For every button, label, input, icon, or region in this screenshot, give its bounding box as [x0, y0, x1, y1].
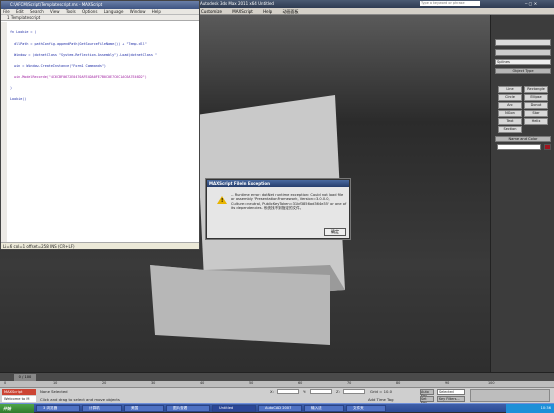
code-line: Lookie(): [10, 96, 27, 101]
create-icons-row[interactable]: [495, 49, 551, 56]
prompt-text: Click and drag to select and move object…: [40, 397, 120, 402]
status-bar: MAXScript Welcome to M None Selected Cli…: [0, 387, 554, 405]
taskbar: 开始 3 浏览器 计算机 美国 图片查看 Untitled AutoCAD 20…: [0, 403, 554, 413]
error-dialog: MAXScript FileIn Exception ! -- Runtime …: [206, 179, 350, 239]
x-coord-field[interactable]: [277, 389, 299, 394]
tick-label: 80: [396, 381, 401, 385]
menu-animation-panel[interactable]: 动画面板: [283, 9, 299, 14]
code-area[interactable]: fn Lookie = ( dllPath = pathConfig.appen…: [1, 22, 199, 242]
code-line: ): [10, 85, 13, 90]
tick-label: 100: [488, 381, 495, 385]
editor-menu-tools[interactable]: Tools: [66, 9, 76, 14]
tick-label: 30: [151, 381, 156, 385]
y-coord-field[interactable]: [310, 389, 332, 394]
ngon-button[interactable]: NGon: [498, 110, 522, 117]
code-line: win.ModelRecorde("4C6CBF0672E0470AFE4DA0…: [10, 74, 147, 79]
editor-status-bar: Li=6 col=1 offset=258 INS (CR+LF): [1, 242, 199, 249]
editor-menu-help[interactable]: Help: [152, 9, 161, 14]
z-label: Z:: [336, 389, 340, 394]
editor-tab[interactable]: 1 Templatescript: [1, 15, 199, 21]
color-swatch[interactable]: [544, 144, 551, 150]
object-name-field[interactable]: [497, 144, 541, 150]
code-line: dllPath = pathConfig.appendPath(GetSourc…: [10, 41, 147, 46]
editor-menu-window[interactable]: Window: [130, 9, 146, 14]
frame-display[interactable]: 0 / 100: [14, 374, 36, 381]
time-slider[interactable]: 0 / 100: [0, 372, 554, 381]
editor-menu-edit[interactable]: Edit: [16, 9, 24, 14]
line-button[interactable]: Line: [498, 86, 522, 93]
selection-status: None Selected: [40, 389, 68, 394]
tick-label: 40: [200, 381, 205, 385]
editor-title: C:\AFCM\Script\Templatescript.ms - MAXSc…: [1, 1, 199, 9]
taskbar-item[interactable]: 计算机: [82, 405, 122, 412]
editor-menu-file[interactable]: File: [3, 9, 10, 14]
editor-menu-options[interactable]: Options: [82, 9, 97, 14]
editor-menu-view[interactable]: View: [50, 9, 60, 14]
donut-button[interactable]: Donut: [524, 102, 548, 109]
menu-help[interactable]: Help: [263, 9, 272, 14]
helix-button[interactable]: Helix: [524, 118, 548, 125]
text-button[interactable]: Text: [498, 118, 522, 125]
welcome-field[interactable]: Welcome to M: [2, 396, 36, 402]
tick-label: 70: [347, 381, 352, 385]
tick-label: 50: [249, 381, 254, 385]
taskbar-item[interactable]: Untitled: [212, 405, 256, 412]
object-type-rollout[interactable]: Object Type: [495, 68, 551, 74]
grid-readout: Grid = 10.0: [370, 389, 393, 394]
taskbar-item[interactable]: 图片查看: [166, 405, 210, 412]
selected-dropdown[interactable]: Selected: [437, 389, 465, 395]
search-input[interactable]: Type a keyword or phrase: [420, 1, 480, 6]
section-button[interactable]: Section: [498, 126, 522, 133]
warning-icon: !: [217, 196, 227, 204]
editor-menu-search[interactable]: Search: [30, 9, 44, 14]
key-filters-button[interactable]: Key Filters...: [437, 396, 465, 402]
tick-label: 10: [53, 381, 58, 385]
maxscript-listener-button[interactable]: MAXScript: [2, 389, 36, 395]
dialog-message: -- Runtime error: dotNet runtime excepti…: [231, 193, 347, 211]
code-line: Window = (dotnetClass "System.Reflection…: [10, 52, 157, 57]
auto-key-button[interactable]: Auto Key: [420, 389, 434, 398]
x-label: X:: [270, 389, 274, 394]
code-line: fn Lookie = (: [10, 30, 37, 35]
arc-button[interactable]: Arc: [498, 102, 522, 109]
circle-button[interactable]: Circle: [498, 94, 522, 101]
tick-label: 60: [298, 381, 303, 385]
taskbar-item[interactable]: 文件夹: [346, 405, 386, 412]
window-controls[interactable]: ─ ▢ ✕: [525, 1, 537, 6]
name-and-color-rollout[interactable]: Name and Color: [495, 136, 551, 142]
tick-label: 20: [102, 381, 107, 385]
dialog-title: MAXScript FileIn Exception: [207, 180, 349, 187]
code-line: win = Window.CreateInstance("Form1 Comma…: [10, 63, 106, 68]
ellipse-button[interactable]: Ellipse: [524, 94, 548, 101]
set-key-button[interactable]: Set Key: [420, 396, 434, 405]
command-panel: Splines Object Type Line Rectangle Circl…: [490, 15, 554, 372]
taskbar-item[interactable]: 美国: [124, 405, 164, 412]
rectangle-button[interactable]: Rectangle: [524, 86, 548, 93]
ok-button[interactable]: 确定: [324, 228, 346, 236]
menu-maxscript[interactable]: MAXScript: [232, 9, 253, 14]
max-title: Autodesk 3ds Max 2011 x64 Untitled: [200, 1, 274, 6]
maxscript-editor-window: C:\AFCM\Script\Templatescript.ms - MAXSc…: [0, 0, 200, 250]
taskbar-item[interactable]: 3 浏览器: [36, 405, 80, 412]
editor-menu-language[interactable]: Language: [104, 9, 124, 14]
category-dropdown[interactable]: Splines: [495, 59, 551, 65]
tick-label: 0: [4, 381, 7, 385]
z-coord-field[interactable]: [343, 389, 365, 394]
menu-customize[interactable]: Customize: [201, 9, 222, 14]
taskbar-item[interactable]: AutoCAD 2007: [258, 405, 302, 412]
taskbar-item[interactable]: 输入法: [304, 405, 344, 412]
tick-label: 90: [445, 381, 450, 385]
y-label: Y:: [303, 389, 307, 394]
add-time-tag[interactable]: Add Time Tag: [368, 397, 393, 402]
playback-controls[interactable]: [470, 389, 550, 402]
tab-icons-row[interactable]: [495, 39, 551, 46]
star-button[interactable]: Star: [524, 110, 548, 117]
max-menu-bar: Customize MAXScript Help 动画面板: [195, 8, 554, 15]
